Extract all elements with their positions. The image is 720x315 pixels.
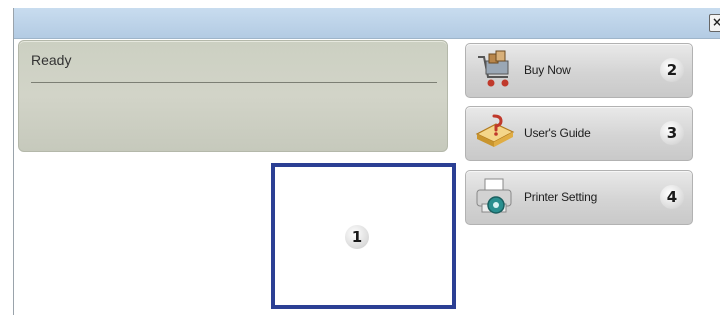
shopping-cart-icon: [478, 50, 509, 87]
callout-badge-4: 4: [660, 185, 684, 209]
highlight-frame: 1: [271, 163, 456, 309]
callout-badge-1: 1: [345, 225, 369, 249]
callout-badge-2: 2: [660, 58, 684, 82]
printer-settings-icon: [476, 178, 512, 214]
status-divider: [31, 82, 437, 83]
printer-setting-button[interactable]: Printer Setting 4: [465, 170, 693, 225]
status-text: Ready: [31, 52, 72, 68]
users-guide-label: User's Guide: [524, 126, 591, 140]
title-bar: ×: [14, 8, 720, 39]
callout-badge-3: 3: [660, 121, 684, 145]
status-panel: Ready: [18, 40, 448, 152]
buy-now-label: Buy Now: [524, 63, 571, 77]
buy-now-button[interactable]: Buy Now 2: [465, 43, 693, 98]
close-icon[interactable]: ×: [709, 14, 720, 32]
users-guide-button[interactable]: User's Guide 3: [465, 106, 693, 161]
printer-setting-label: Printer Setting: [524, 190, 598, 204]
book-icon: [475, 114, 515, 147]
